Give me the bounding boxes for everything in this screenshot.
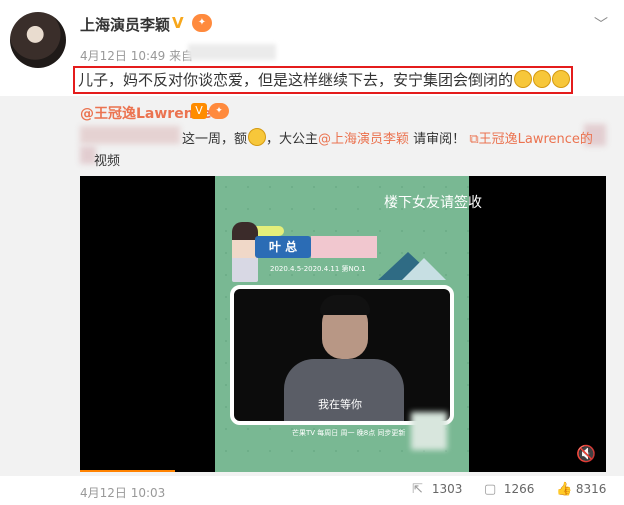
mention-link[interactable]: @上海演员李颖 — [318, 132, 409, 147]
mute-icon[interactable]: 🔇 — [576, 444, 596, 463]
repost-text-b: ，大公主 — [266, 132, 319, 147]
chevron-down-icon[interactable]: ﹀ — [594, 14, 608, 34]
repost-text-line2[interactable]: 视频 — [94, 150, 120, 169]
blurred-name — [311, 236, 377, 258]
repost-button[interactable]: ⇱ 1303 — [412, 482, 462, 497]
post-author[interactable]: 上海演员李颖 — [80, 14, 170, 35]
post-time[interactable]: 4月12日 10:49 来自 — [80, 47, 193, 64]
video-progress-bar[interactable] — [80, 470, 175, 472]
post-text: 儿子，妈不反对你谈恋爱，但是这样继续下去，安宁集团会倒闭的 — [78, 69, 571, 90]
laugh-emoji-icon — [248, 128, 267, 146]
avatar[interactable] — [10, 12, 66, 68]
blurred-watermark — [411, 412, 447, 450]
repost-time[interactable]: 4月12日 10:03 — [80, 484, 165, 501]
blurred-source — [188, 44, 276, 60]
comment-button[interactable]: ▢ 1266 — [484, 482, 534, 497]
thumbs-up-icon: 👍 — [556, 482, 573, 497]
like-button[interactable]: 👍 8316 — [556, 482, 606, 497]
blurred-text — [80, 126, 180, 144]
video-link-icon: ⧉ — [469, 132, 479, 147]
comment-count: 1266 — [503, 482, 535, 496]
repost-text-a: 这一周，额 — [182, 132, 248, 147]
verified-icon: V — [172, 14, 184, 32]
laugh-emoji-icon — [552, 70, 571, 88]
comment-icon: ▢ — [484, 482, 497, 497]
post-text-body: 儿子，妈不反对你谈恋爱，但是这样继续下去，安宁集团会倒闭的 — [78, 71, 514, 89]
like-count: 8316 — [575, 482, 607, 496]
video-subtitle: 我在等你 — [318, 398, 362, 411]
name-tag: 叶 总 — [255, 236, 311, 258]
laugh-emoji-icon — [514, 70, 533, 88]
laugh-emoji-icon — [533, 70, 552, 88]
poster-footer: 芒果TV 每周日 周一 晚8点 同步更新 — [292, 429, 406, 437]
repost-count: 1303 — [431, 482, 463, 496]
level-badge-icon: ✦ — [209, 103, 229, 119]
mountain-icon — [402, 258, 446, 280]
repost-text-c: 请审阅！ — [409, 132, 466, 147]
date-range: 2020.4.5-2020.4.11 第NO.1 — [270, 265, 366, 273]
video-link[interactable]: 王冠逸Lawrence的 — [479, 132, 593, 147]
actor-body — [284, 359, 404, 421]
level-badge-icon: ✦ — [192, 14, 212, 32]
repost-icon: ⇱ — [412, 482, 423, 497]
verified-icon: V — [191, 103, 207, 119]
repost-text: 这一周，额 ，大公主@上海演员李颖 请审阅！ ⧉王冠逸Lawrence的 — [182, 128, 593, 147]
actor-hair — [320, 295, 370, 315]
show-title: 楼下女友请签收 — [384, 195, 482, 211]
